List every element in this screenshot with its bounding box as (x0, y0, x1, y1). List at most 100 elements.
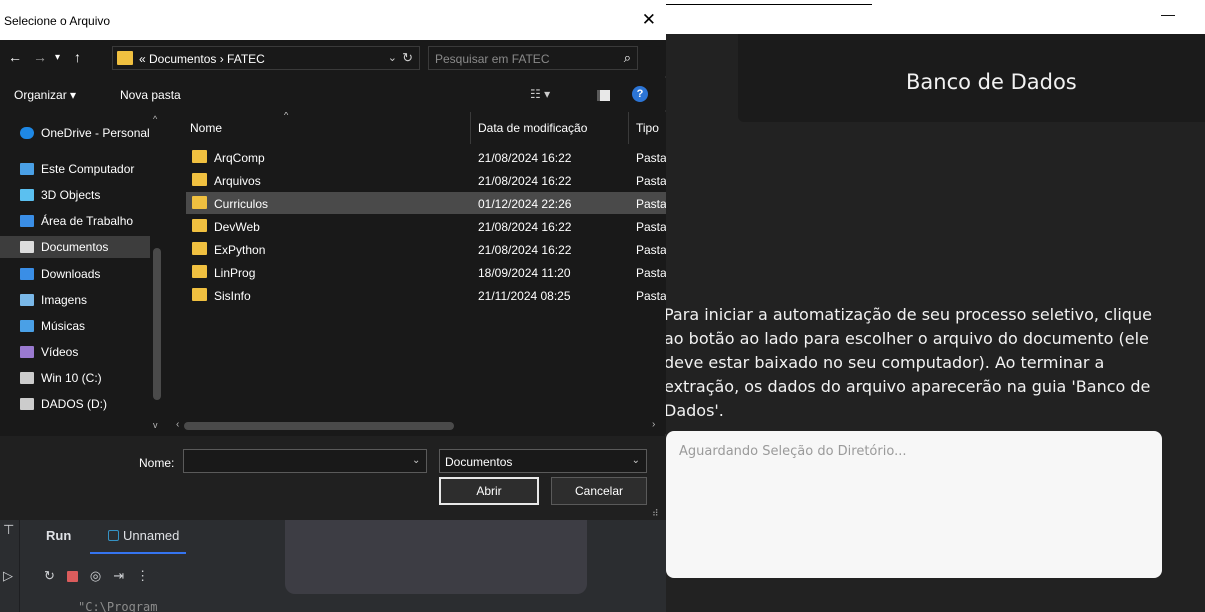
refresh-icon[interactable]: ↻ (402, 50, 413, 66)
file-type: Pasta (636, 174, 666, 188)
sidebar-item[interactable]: Este Computador (0, 158, 150, 180)
file-name: SisInfo (214, 289, 251, 303)
column-date[interactable]: Data de modificação (478, 121, 587, 135)
sidebar-item[interactable]: Imagens (0, 289, 150, 311)
back-arrow-icon[interactable]: ← (8, 49, 22, 65)
file-row[interactable]: LinProg 18/09/2024 11:20 Pasta (186, 261, 666, 283)
file-date: 21/08/2024 16:22 (478, 220, 572, 234)
app-title-bar: — (666, 0, 1205, 34)
sidebar-item[interactable]: OneDrive - Personal (0, 122, 150, 144)
scroll-down-icon[interactable]: v (153, 420, 158, 430)
organize-button[interactable]: Organizar ▾ (14, 88, 76, 102)
drive-windows-icon (20, 372, 34, 384)
sidebar-item[interactable]: Músicas (0, 315, 150, 337)
new-folder-button[interactable]: Nova pasta (120, 88, 181, 102)
sidebar-item[interactable]: 3D Objects (0, 184, 150, 206)
file-date: 21/08/2024 16:22 (478, 151, 572, 165)
more-icon[interactable]: ⋮ (136, 568, 149, 584)
exit-icon[interactable]: ⇥ (113, 568, 124, 584)
file-row[interactable]: Arquivos 21/08/2024 16:22 Pasta (186, 169, 666, 191)
directory-status-box: Aguardando Seleção do Diretório... (666, 431, 1162, 578)
file-date: 21/08/2024 16:22 (478, 174, 572, 188)
minimize-icon[interactable]: — (1161, 6, 1175, 22)
sidebar-item-label: Músicas (41, 319, 86, 333)
folder-icon (192, 242, 207, 255)
file-name: ExPython (214, 243, 266, 257)
sidebar-item[interactable]: Win 10 (C:) (0, 367, 150, 389)
sidebar-item[interactable]: Vídeos (0, 341, 150, 363)
navigation-tree: OneDrive - Personal Este Computador 3D Obj… (0, 112, 166, 434)
database-header[interactable]: Banco de Dados (738, 34, 1205, 122)
file-row[interactable]: SisInfo 21/11/2024 08:25 Pasta (186, 284, 666, 306)
help-icon[interactable]: ? (632, 86, 648, 102)
video-icon (20, 346, 34, 358)
cancel-button[interactable]: Cancelar (551, 477, 647, 505)
up-arrow-icon[interactable]: ↑ (74, 49, 81, 65)
search-placeholder: Pesquisar em FATEC (435, 52, 550, 66)
run-toolbar: ↻ ◎ ⇥ ⋮ (44, 568, 149, 584)
file-row[interactable]: DevWeb 21/08/2024 16:22 Pasta (186, 215, 666, 237)
column-separator[interactable] (470, 112, 471, 144)
file-name: LinProg (214, 266, 256, 280)
close-icon[interactable]: ✕ (642, 10, 656, 30)
sidebar-item[interactable]: Downloads (0, 263, 150, 285)
hammer-icon[interactable]: ⊤ (3, 522, 17, 537)
open-button[interactable]: Abrir (439, 477, 539, 505)
list-horizontal-scrollbar[interactable]: ‹ › (166, 418, 666, 434)
forward-arrow-icon[interactable]: → (33, 49, 47, 65)
file-type-select[interactable]: Documentos ⌄ (439, 449, 647, 473)
file-row[interactable]: Curriculos 01/12/2024 22:26 Pasta (186, 192, 666, 214)
file-row[interactable]: ExPython 21/08/2024 16:22 Pasta (186, 238, 666, 260)
stop-icon[interactable] (66, 571, 78, 582)
filename-label: Nome: (139, 456, 175, 470)
camera-icon[interactable]: ◎ (90, 568, 101, 584)
sidebar-item[interactable]: Área de Trabalho (0, 210, 150, 232)
desktop-icon (20, 215, 34, 227)
dialog-title: Selecione o Arquivo (4, 14, 111, 28)
run-panel-icon[interactable]: ▷ (3, 568, 17, 583)
column-separator[interactable] (628, 112, 629, 144)
scroll-up-icon[interactable]: ^ (153, 114, 157, 124)
address-bar[interactable]: « Documentos › FATEC ⌄ ↻ (112, 46, 420, 70)
navigation-bar: ← → ▾ ↑ « Documentos › FATEC ⌄ ↻ Pesquis… (0, 40, 666, 76)
config-icon (108, 530, 119, 541)
search-box[interactable]: Pesquisar em FATEC ⌕ (428, 46, 638, 70)
recent-locations-chevron-icon[interactable]: ▾ (55, 52, 60, 63)
resize-grip-icon[interactable]: ⠾ (652, 508, 659, 519)
file-type: Pasta (636, 289, 666, 303)
folder-icon (117, 51, 133, 65)
file-name: ArqComp (214, 151, 265, 165)
sidebar-item[interactable]: Documentos (0, 236, 150, 258)
file-row[interactable]: ArqComp 21/08/2024 16:22 Pasta (186, 146, 666, 168)
folder-icon (192, 288, 207, 301)
file-list: ^ Nome Data de modificação Tipo ArqComp 2… (166, 112, 666, 418)
tab-unnamed[interactable]: Unnamed (108, 528, 179, 543)
sidebar-item[interactable]: DADOS (D:) (0, 393, 150, 415)
computer-icon (20, 163, 34, 175)
view-options-icon[interactable]: ☷ ▾ (530, 87, 550, 101)
column-type[interactable]: Tipo (636, 121, 659, 135)
images-icon (20, 294, 34, 306)
file-type: Pasta (636, 220, 666, 234)
scroll-thumb[interactable] (153, 248, 161, 400)
rerun-icon[interactable]: ↻ (44, 568, 55, 584)
file-name: Arquivos (214, 174, 261, 188)
scroll-right-icon[interactable]: › (652, 419, 655, 430)
database-header-title: Banco de Dados (906, 70, 1077, 94)
tree-vertical-scrollbar[interactable]: ^ v (150, 112, 166, 434)
file-type: Pasta (636, 151, 666, 165)
file-date: 18/09/2024 11:20 (478, 266, 571, 280)
preview-pane-icon[interactable] (597, 90, 610, 101)
sidebar-item-label: Documentos (41, 240, 109, 254)
filename-input[interactable] (183, 449, 427, 473)
scroll-thumb[interactable] (184, 422, 454, 430)
scroll-left-icon[interactable]: ‹ (176, 419, 179, 430)
sidebar-item-label: Imagens (41, 293, 88, 307)
filename-dropdown-icon[interactable]: ⌄ (412, 455, 420, 466)
active-tab-underline (90, 552, 186, 554)
folder-icon (192, 196, 207, 209)
address-dropdown-icon[interactable]: ⌄ (388, 51, 397, 64)
file-type: Pasta (636, 243, 666, 257)
dialog-title-bar: Selecione o Arquivo ✕ (0, 0, 666, 40)
column-name[interactable]: Nome (190, 121, 222, 135)
